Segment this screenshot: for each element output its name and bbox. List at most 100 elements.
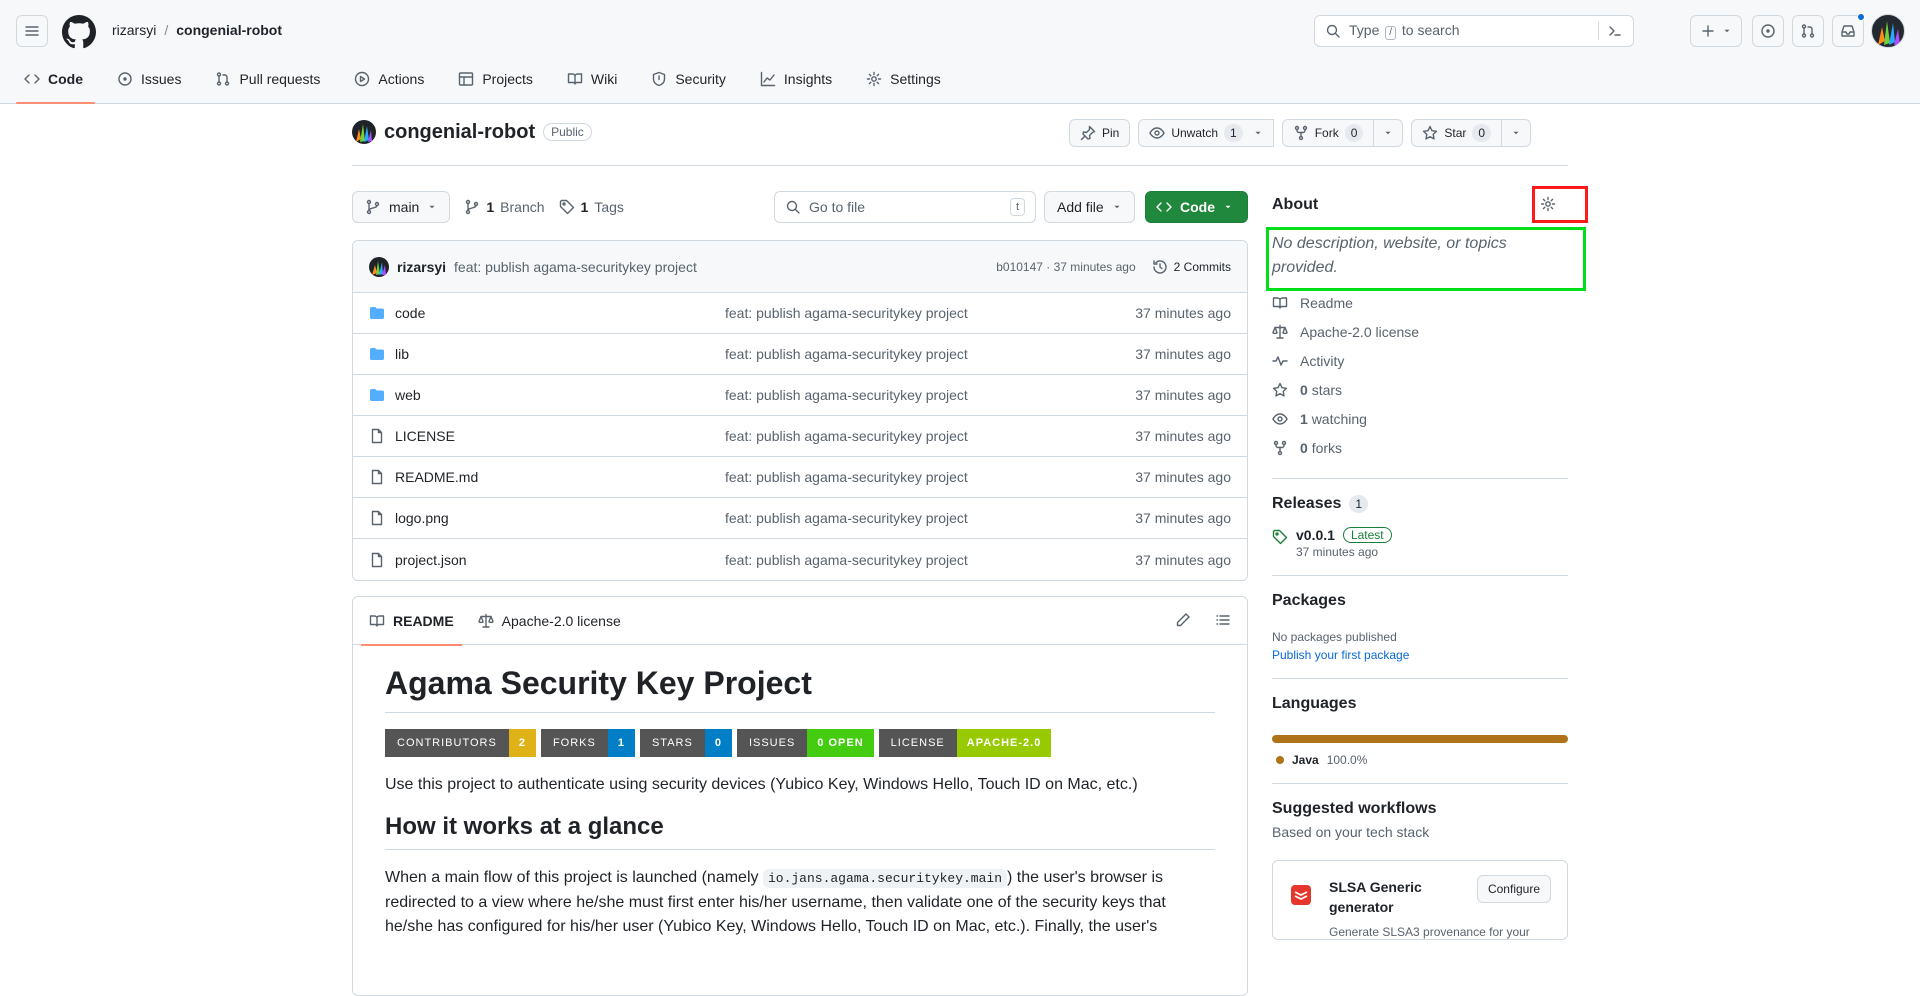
- shield-badge[interactable]: ISSUES 0 OPEN: [736, 729, 874, 757]
- fork-button[interactable]: Fork 0: [1281, 119, 1375, 147]
- tags-link[interactable]: 1 Tags: [559, 199, 624, 215]
- folder-icon: [370, 348, 384, 360]
- tab-code[interactable]: Code: [16, 62, 95, 104]
- file-icon: [371, 552, 383, 567]
- unwatch-button[interactable]: Unwatch 1: [1138, 119, 1274, 147]
- table-row[interactable]: logo.png feat: publish agama-securitykey …: [353, 498, 1247, 539]
- branches-link[interactable]: 1 Branch: [464, 199, 545, 215]
- search-input[interactable]: Type / to search: [1314, 15, 1634, 47]
- issues-button[interactable]: [1752, 15, 1784, 47]
- tab-settings[interactable]: Settings: [858, 62, 953, 96]
- command-palette-button[interactable]: [1598, 22, 1623, 40]
- github-logo-icon[interactable]: [62, 15, 96, 49]
- about-item[interactable]: 1 watching: [1272, 404, 1568, 433]
- shield-badge[interactable]: FORKS 1: [540, 729, 635, 757]
- about-item[interactable]: 0 stars: [1272, 375, 1568, 404]
- file-name[interactable]: web: [395, 387, 725, 403]
- releases-heading[interactable]: Releases 1: [1272, 495, 1568, 513]
- workflow-card: SLSA Generic generator Generate SLSA3 pr…: [1272, 860, 1568, 940]
- list-outline-icon[interactable]: [1215, 612, 1231, 628]
- divider: [1272, 678, 1568, 679]
- divider: [1272, 478, 1568, 479]
- pin-button[interactable]: Pin: [1069, 119, 1131, 147]
- about-item[interactable]: Activity: [1272, 346, 1568, 375]
- file-commit-message[interactable]: feat: publish agama-securitykey project: [725, 305, 1135, 321]
- table-row[interactable]: web feat: publish agama-securitykey proje…: [353, 375, 1247, 416]
- repo-link[interactable]: congenial-robot: [176, 22, 282, 38]
- file-name[interactable]: code: [395, 305, 725, 321]
- release-version[interactable]: v0.0.1: [1296, 527, 1335, 543]
- global-header: rizarsyi / congenial-robot Type / to sea…: [0, 0, 1920, 104]
- about-item[interactable]: Readme: [1272, 288, 1568, 317]
- shield-badge[interactable]: STARS 0: [639, 729, 732, 757]
- avatar-image-icon: [372, 260, 386, 275]
- pencil-icon[interactable]: [1175, 612, 1191, 628]
- about-item[interactable]: 0 forks: [1272, 433, 1568, 462]
- release-item[interactable]: v0.0.1 Latest 37 minutes ago: [1272, 527, 1568, 559]
- repo-title: congenial-robot Public: [352, 120, 592, 144]
- file-commit-message[interactable]: feat: publish agama-securitykey project: [725, 510, 1135, 526]
- commit-message[interactable]: feat: publish agama-securitykey project: [454, 259, 697, 275]
- tab-actions[interactable]: Actions: [346, 62, 436, 96]
- branch-select[interactable]: main: [352, 191, 451, 223]
- chevron-down-icon: [429, 205, 435, 209]
- tab-pull-requests[interactable]: Pull requests: [207, 62, 332, 96]
- table-row[interactable]: project.json feat: publish agama-security…: [353, 539, 1247, 580]
- language-item[interactable]: Java 100.0%: [1272, 753, 1568, 767]
- readme-panel: README Apache-2.0 license Agama Security…: [352, 596, 1248, 996]
- tab-wiki[interactable]: Wiki: [559, 62, 629, 96]
- file-commit-message[interactable]: feat: publish agama-securitykey project: [725, 428, 1135, 444]
- gear-icon: [866, 71, 882, 87]
- tab-security[interactable]: Security: [643, 62, 738, 96]
- publish-package-link[interactable]: Publish your first package: [1272, 648, 1568, 662]
- add-file-button[interactable]: Add file: [1044, 191, 1135, 223]
- table-row[interactable]: lib feat: publish agama-securitykey proje…: [353, 334, 1247, 375]
- law-icon: [1272, 324, 1288, 339]
- commits-link[interactable]: 2 Commits: [1152, 259, 1231, 275]
- owner-link[interactable]: rizarsyi: [112, 22, 156, 38]
- file-commit-message[interactable]: feat: publish agama-securitykey project: [725, 469, 1135, 485]
- shield-icon: [653, 71, 666, 87]
- visibility-badge: Public: [543, 123, 592, 141]
- repo-owner-avatar: [352, 120, 376, 144]
- file-commit-message[interactable]: feat: publish agama-securitykey project: [725, 387, 1135, 403]
- table-row[interactable]: LICENSE feat: publish agama-securitykey p…: [353, 416, 1247, 457]
- table-row[interactable]: code feat: publish agama-securitykey proj…: [353, 293, 1247, 334]
- fork-options-button[interactable]: [1374, 119, 1404, 147]
- repo-name[interactable]: congenial-robot: [384, 121, 535, 144]
- shield-badge[interactable]: LICENSE APACHE-2.0: [878, 729, 1052, 757]
- star-options-button[interactable]: [1502, 119, 1532, 147]
- file-name[interactable]: logo.png: [395, 510, 725, 526]
- file-name[interactable]: project.json: [395, 552, 725, 568]
- file-commit-message[interactable]: feat: publish agama-securitykey project: [725, 552, 1135, 568]
- folder-icon: [370, 389, 384, 401]
- star-button[interactable]: Star 0: [1411, 119, 1503, 147]
- file-name[interactable]: lib: [395, 346, 725, 362]
- play-icon: [355, 71, 370, 87]
- pin-icon: [1080, 125, 1096, 141]
- pull-requests-button[interactable]: [1792, 15, 1824, 47]
- tab-projects[interactable]: Projects: [450, 62, 545, 96]
- file-name[interactable]: README.md: [395, 469, 725, 485]
- tab-readme[interactable]: README: [361, 597, 462, 646]
- packages-heading[interactable]: Packages: [1272, 592, 1568, 610]
- commit-sha-time[interactable]: b010147 · 37 minutes ago: [996, 260, 1135, 274]
- tab-issues[interactable]: Issues: [109, 62, 193, 96]
- file-commit-message[interactable]: feat: publish agama-securitykey project: [725, 346, 1135, 362]
- issue-icon: [1761, 24, 1775, 38]
- file-name[interactable]: LICENSE: [395, 428, 725, 444]
- tab-license[interactable]: Apache-2.0 license: [470, 597, 629, 645]
- user-avatar[interactable]: [1871, 14, 1905, 48]
- table-row[interactable]: README.md feat: publish agama-securitykey…: [353, 457, 1247, 498]
- configure-button[interactable]: Configure: [1476, 875, 1551, 903]
- avatar[interactable]: [369, 256, 389, 277]
- commit-author[interactable]: rizarsyi: [397, 259, 446, 275]
- chevron-down-icon: [1724, 29, 1730, 33]
- create-new-button[interactable]: [1690, 15, 1742, 47]
- shield-badge[interactable]: CONTRIBUTORS 2: [385, 729, 536, 757]
- about-item[interactable]: Apache-2.0 license: [1272, 317, 1568, 346]
- tab-insights[interactable]: Insights: [752, 62, 844, 96]
- code-button[interactable]: Code: [1145, 191, 1248, 223]
- go-to-file-input[interactable]: Go to file t: [774, 191, 1036, 223]
- menu-button[interactable]: [16, 15, 48, 47]
